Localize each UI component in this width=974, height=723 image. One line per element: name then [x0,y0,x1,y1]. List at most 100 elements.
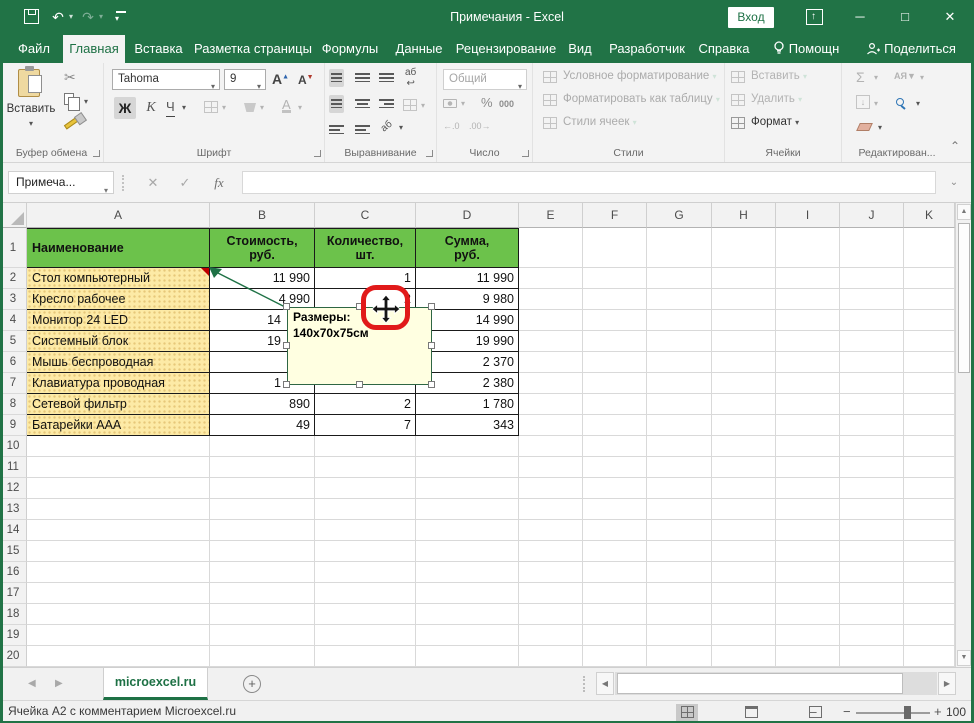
cell-D19[interactable] [416,625,519,646]
cell-I16[interactable] [776,562,840,583]
cell-H19[interactable] [712,625,776,646]
cell-I4[interactable] [776,310,840,331]
cell-K13[interactable] [904,499,955,520]
fill-dropdown-icon[interactable]: ▾ [874,99,878,108]
cell-G17[interactable] [647,583,712,604]
cell-E19[interactable] [519,625,583,646]
cell-H6[interactable] [712,352,776,373]
cell-I2[interactable] [776,268,840,289]
sort-filter-dropdown-icon[interactable]: ▾ [920,73,924,82]
cell-B12[interactable] [210,478,315,499]
row-header-5[interactable]: 5 [0,331,27,352]
cell-E3[interactable] [519,289,583,310]
tab-page-layout[interactable]: Разметка страницы [192,35,314,63]
cell-D9[interactable]: 343 [416,415,519,436]
cell-B16[interactable] [210,562,315,583]
row-header-4[interactable]: 4 [0,310,27,331]
cell-A8[interactable]: Сетевой фильтр [27,394,210,415]
tab-help[interactable]: Справка [694,35,754,63]
cell-J4[interactable] [840,310,904,331]
comment-handle-ne[interactable] [428,303,435,310]
tab-file[interactable]: Файл [8,35,60,63]
cell-H15[interactable] [712,541,776,562]
orientation-dropdown-icon[interactable]: ▾ [399,123,403,132]
percent-style-icon[interactable]: % [481,95,493,110]
zoom-slider-thumb[interactable] [904,706,911,719]
align-bottom-icon[interactable] [379,71,394,85]
row-header-20[interactable]: 20 [0,646,27,667]
cell-F8[interactable] [583,394,647,415]
insert-cells-button[interactable]: Вставить ▾ [751,70,807,82]
cell-J6[interactable] [840,352,904,373]
italic-button[interactable]: К [142,97,160,119]
cell-E14[interactable] [519,520,583,541]
font-color-dropdown-icon[interactable]: ▾ [298,103,302,112]
cell-K16[interactable] [904,562,955,583]
cell-K17[interactable] [904,583,955,604]
cell-I8[interactable] [776,394,840,415]
cell-J11[interactable] [840,457,904,478]
cell-A17[interactable] [27,583,210,604]
row-header-12[interactable]: 12 [0,478,27,499]
cell-C9[interactable]: 7 [315,415,416,436]
cell-I19[interactable] [776,625,840,646]
redo-icon[interactable]: ↷ [80,7,96,27]
enter-icon[interactable]: ✓ [172,171,198,194]
number-dialog-launcher-icon[interactable] [522,150,529,157]
row-header-6[interactable]: 6 [0,352,27,373]
tab-formulas[interactable]: Формулы [316,35,384,63]
cell-F7[interactable] [583,373,647,394]
cell-H7[interactable] [712,373,776,394]
cell-J8[interactable] [840,394,904,415]
cell-E11[interactable] [519,457,583,478]
cell-G9[interactable] [647,415,712,436]
cell-A13[interactable] [27,499,210,520]
cell-J18[interactable] [840,604,904,625]
comment-box[interactable]: Размеры: 140х70х75см [287,307,432,385]
cell-I1[interactable] [776,228,840,268]
zoom-level[interactable]: 100 % [946,701,974,723]
row-header-9[interactable]: 9 [0,415,27,436]
number-format-combo[interactable]: Общий ▾ [443,69,527,91]
cell-A6[interactable]: Мышь беспроводная [27,352,210,373]
cell-J10[interactable] [840,436,904,457]
clipboard-dialog-launcher-icon[interactable] [93,150,100,157]
cell-I6[interactable] [776,352,840,373]
cell-G4[interactable] [647,310,712,331]
tab-insert[interactable]: Вставка [130,35,187,63]
cell-I15[interactable] [776,541,840,562]
scroll-down-icon[interactable]: ▼ [957,650,971,666]
cell-J15[interactable] [840,541,904,562]
cell-B15[interactable] [210,541,315,562]
cell-B10[interactable] [210,436,315,457]
borders-icon[interactable] [204,101,218,113]
cell-E18[interactable] [519,604,583,625]
cell-A2[interactable]: Стол компьютерный [27,268,210,289]
cell-B18[interactable] [210,604,315,625]
cell-E16[interactable] [519,562,583,583]
cancel-icon[interactable]: ✕ [140,171,166,194]
format-cells-button[interactable]: Формат ▾ [751,116,799,128]
row-header-11[interactable]: 11 [0,457,27,478]
cell-G3[interactable] [647,289,712,310]
cell-A16[interactable] [27,562,210,583]
cell-D2[interactable]: 11 990 [416,268,519,289]
cell-F20[interactable] [583,646,647,667]
cell-A4[interactable]: Монитор 24 LED [27,310,210,331]
cell-styles-button[interactable]: Стили ячеек ▾ [563,116,637,128]
tab-home[interactable]: Главная [63,35,125,63]
shrink-font-button[interactable]: А▼ [298,73,314,87]
cell-K10[interactable] [904,436,955,457]
cell-H10[interactable] [712,436,776,457]
sort-filter-icon[interactable]: АЯ▼ [894,71,916,81]
cell-J20[interactable] [840,646,904,667]
cell-G16[interactable] [647,562,712,583]
cell-A18[interactable] [27,604,210,625]
cell-D10[interactable] [416,436,519,457]
cell-I7[interactable] [776,373,840,394]
row-header-17[interactable]: 17 [0,583,27,604]
cell-B20[interactable] [210,646,315,667]
cell-A11[interactable] [27,457,210,478]
font-dialog-launcher-icon[interactable] [314,150,321,157]
autosum-dropdown-icon[interactable]: ▾ [874,73,878,82]
